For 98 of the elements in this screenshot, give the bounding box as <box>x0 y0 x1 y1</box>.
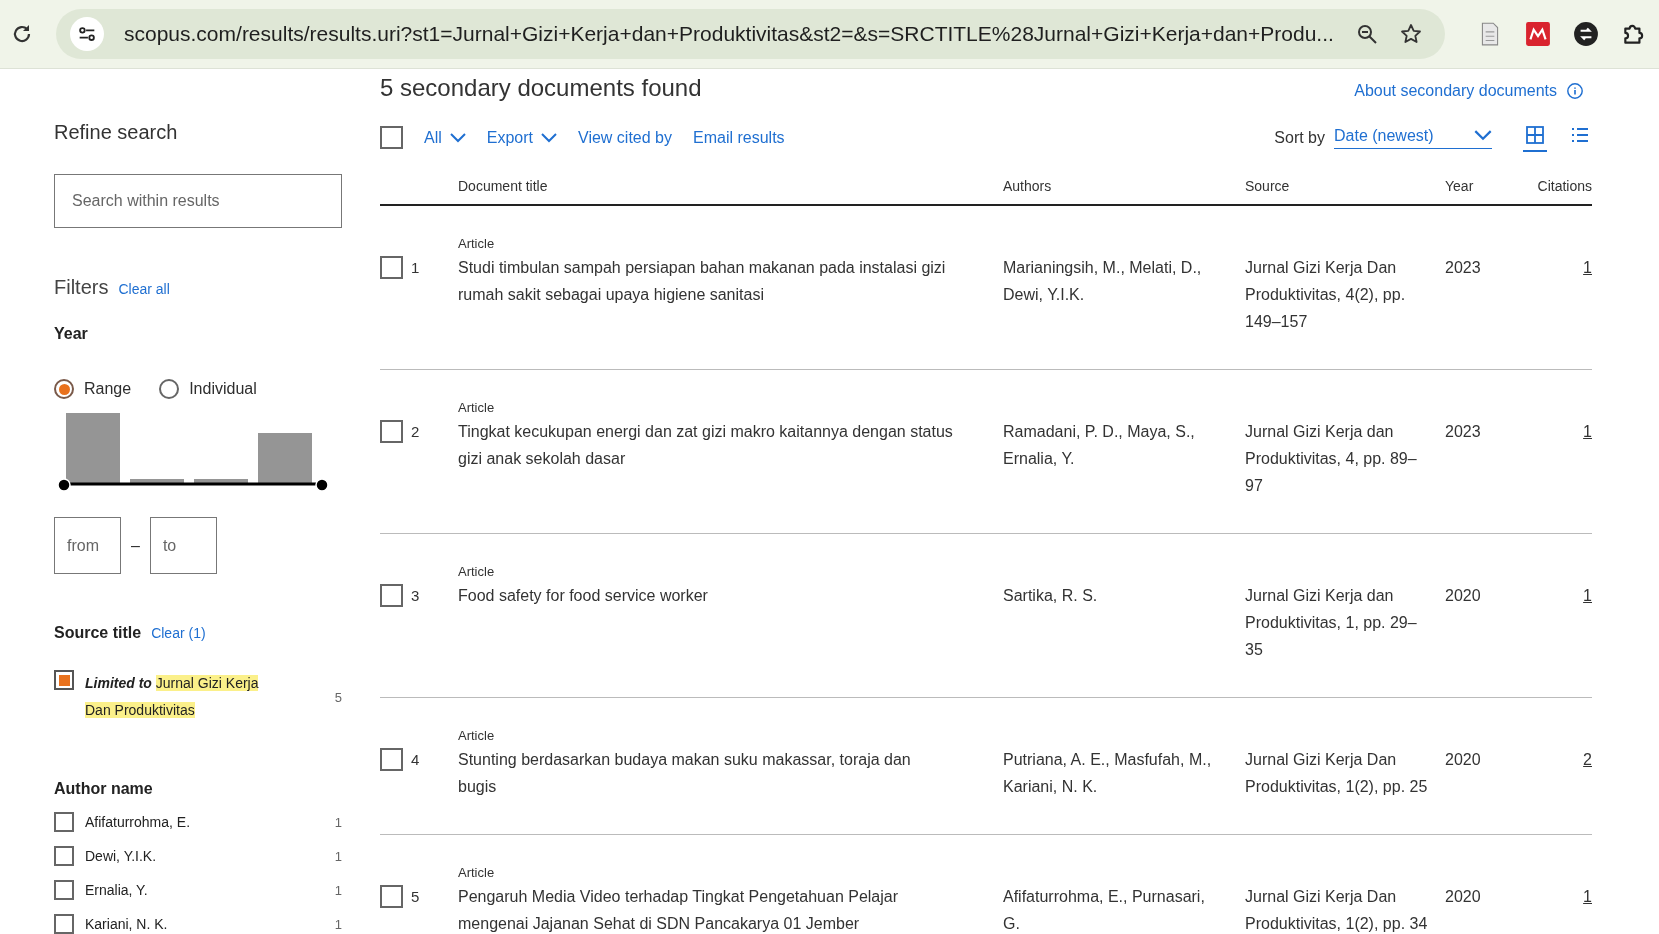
about-secondary-link[interactable]: About secondary documents <box>1354 82 1584 100</box>
document-title-link[interactable]: Tingkat kecukupan energi dan zat gizi makro kaitannya dengan status gizi anak sekolah dasar <box>458 418 1003 499</box>
document-type: Article <box>458 865 495 880</box>
source-text: Jurnal Gizi Kerja Dan Produktivitas, 1(2), pp. 34 <box>1245 887 1429 934</box>
grid-view-button[interactable] <box>1523 123 1547 152</box>
url-text: scopus.com/results/results.uri?st1=Jurnal+Gizi+Kerja+dan+Produktivitas&st2=&s=SRCTITLE%28Jurnal+Gizi+Kerja+dan+Produ... <box>124 22 1335 46</box>
authors-text: Marianingsih, M., Melati, D., Dewi, Y.I.K. <box>1003 258 1203 305</box>
authors-text: Ramadani, P. D., Maya, S., Ernalia, Y. <box>1003 422 1196 469</box>
year-label: Year <box>54 325 89 343</box>
sort-dropdown[interactable]: Date (newest) <box>1334 126 1492 149</box>
row-number: 5 <box>411 887 421 907</box>
from-year-field[interactable]: from <box>54 517 121 574</box>
row-checkbox[interactable] <box>380 885 403 908</box>
checkbox[interactable] <box>54 914 74 934</box>
to-year-field[interactable]: to <box>149 517 217 574</box>
result-count: 1 <box>334 814 342 830</box>
radio-button[interactable] <box>159 379 180 399</box>
source-text: Jurnal Gizi Kerja dan Produktivitas, 4, pp. 89–97 <box>1245 422 1418 496</box>
result-count: 1 <box>334 848 342 864</box>
address-bar[interactable]: scopus.com/results/results.uri?st1=Jurnal+Gizi+Kerja+dan+Produktivitas&st2=&s=SRCTITLE%28Jurnal+Gizi+Kerja+dan+Produ... <box>56 9 1445 59</box>
result-count: 1 <box>334 916 342 932</box>
year-text: 2023 <box>1445 258 1482 278</box>
checkbox[interactable] <box>54 880 74 900</box>
info-icon <box>1566 82 1584 100</box>
citations-link[interactable]: 2 <box>1583 751 1592 768</box>
radio-label: Range <box>84 380 132 398</box>
year-text: 2020 <box>1445 586 1482 606</box>
authors-text: Sartika, R. S. <box>1003 586 1099 606</box>
column-header: Source <box>1245 178 1291 194</box>
radio-label: Individual <box>189 380 257 398</box>
zoom-icon[interactable] <box>1355 22 1379 46</box>
document-type: Article <box>458 728 495 743</box>
author-filter-label: Ernalia, Y. <box>85 882 148 898</box>
authors-text: Afifaturrohma, E., Purnasari, G. <box>1003 887 1206 934</box>
grid-icon <box>1525 125 1545 145</box>
email-results-link[interactable]: Email results <box>693 128 785 147</box>
view-cited-by-link[interactable]: View cited by <box>578 128 672 147</box>
document-type: Article <box>458 400 495 415</box>
author-filter-label: Dewi, Y.I.K. <box>85 848 157 864</box>
year-histogram-slider-drawing[interactable] <box>58 411 328 491</box>
document-type: Article <box>458 236 495 251</box>
year-text: 2023 <box>1445 422 1482 442</box>
chevron-down-icon <box>1474 130 1492 141</box>
row-number: 1 <box>411 258 421 278</box>
results-heading: 5 secondary documents found <box>380 74 702 102</box>
extension-icon[interactable] <box>1573 21 1599 47</box>
row-number: 3 <box>411 586 421 606</box>
document-title-link[interactable]: Stunting berdasarkan budaya makan suku makassar, toraja dan bugis <box>458 746 1003 800</box>
filters-title: Filters <box>54 276 109 299</box>
document-type: Article <box>458 564 495 579</box>
search-field[interactable]: Search within results <box>54 174 342 228</box>
row-number: 2 <box>411 422 421 442</box>
citations-link[interactable]: 1 <box>1583 259 1592 276</box>
bookmark-star-icon[interactable] <box>1399 22 1423 46</box>
source-title-label: Source title <box>54 624 142 642</box>
list-icon <box>1570 125 1590 145</box>
row-checkbox[interactable] <box>380 420 403 443</box>
chevron-down-icon <box>449 132 466 143</box>
author-filter-label: Kariani, N. K. <box>85 916 168 932</box>
column-header: Authors <box>1003 178 1053 194</box>
site-settings-icon[interactable] <box>70 17 104 51</box>
document-title-link[interactable]: Pengaruh Media Video terhadap Tingkat Pengetahuan Pelajar mengenai Jajanan Sehat di SDN Pancakarya 01 Jember <box>458 883 1003 934</box>
chevron-down-icon <box>541 132 558 143</box>
year-text: 2020 <box>1445 887 1482 907</box>
column-header: Year <box>1445 178 1475 194</box>
source-filter-label: Limited to Jurnal Gizi Kerja Dan Produktivitas <box>85 674 260 720</box>
result-count: 1 <box>334 882 342 898</box>
source-text: Jurnal Gizi Kerja Dan Produktivitas, 1(2), pp. 25 <box>1245 750 1429 797</box>
range-separator: – <box>131 536 140 555</box>
author-name-label: Author name <box>54 780 154 798</box>
column-header: Document title <box>458 178 549 194</box>
result-count: 5 <box>334 689 342 705</box>
refine-search-title: Refine search <box>54 121 179 144</box>
source-text: Jurnal Gizi Kerja Dan Produktivitas, 4(2), pp. 149–157 <box>1245 258 1407 332</box>
source-text: Jurnal Gizi Kerja dan Produktivitas, 1, pp. 29–35 <box>1245 586 1418 660</box>
document-title-link[interactable]: Food safety for food service worker <box>458 582 1003 663</box>
authors-text: Putriana, A. E., Masfufah, M., Kariani, N. K. <box>1003 750 1213 797</box>
column-header: Citations <box>1536 178 1592 194</box>
select-all-dropdown[interactable]: All <box>424 128 466 147</box>
document-title-link[interactable]: Studi timbulan sampah persiapan bahan makanan pada instalasi gizi rumah sakit sebagai upaya higiene sanitasi <box>458 254 1003 335</box>
year-text: 2020 <box>1445 750 1482 770</box>
row-checkbox[interactable] <box>380 256 403 279</box>
sort-by-label: Sort by <box>1274 128 1325 147</box>
clear-all-link[interactable]: Clear all <box>118 281 170 297</box>
checkbox[interactable] <box>54 670 74 690</box>
export-dropdown[interactable]: Export <box>486 128 558 147</box>
row-checkbox[interactable] <box>380 584 403 607</box>
clear-source-link[interactable]: Clear (1) <box>151 625 206 641</box>
row-checkbox[interactable] <box>380 748 403 771</box>
citations-link[interactable]: 1 <box>1583 888 1592 905</box>
radio-button[interactable] <box>54 379 74 399</box>
checkbox[interactable] <box>54 812 74 832</box>
select-all-checkbox[interactable] <box>380 126 403 149</box>
citations-link[interactable]: 1 <box>1583 423 1592 440</box>
author-filter-label: Afifaturrohma, E. <box>85 814 191 830</box>
checkbox[interactable] <box>54 846 74 866</box>
row-number: 4 <box>411 750 421 770</box>
citations-link[interactable]: 1 <box>1583 587 1592 604</box>
